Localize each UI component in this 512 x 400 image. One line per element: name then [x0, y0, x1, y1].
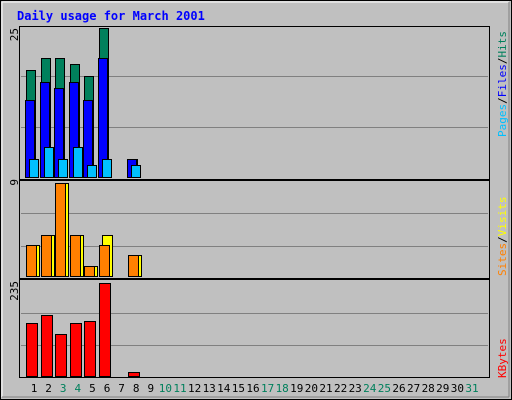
- kbytes-bar: [55, 334, 67, 377]
- kbytes-bar: [26, 323, 38, 377]
- hits-ymax-label: 25: [8, 28, 21, 41]
- day-label: 29: [436, 382, 449, 395]
- day-label: 3: [60, 382, 67, 395]
- kbytes-legend: KBytes: [496, 338, 509, 378]
- sites-bar: [70, 235, 81, 277]
- sites-legend: Sites: [496, 243, 509, 276]
- pages-legend: Pages: [496, 104, 509, 137]
- day-label: 30: [451, 382, 464, 395]
- pages-bar: [29, 159, 39, 178]
- day-label: 6: [104, 382, 111, 395]
- day-label: 5: [89, 382, 96, 395]
- day-label: 10: [159, 382, 172, 395]
- day-label: 4: [74, 382, 81, 395]
- day-label: 7: [118, 382, 125, 395]
- pages-bar: [87, 165, 97, 178]
- day-label: 24: [363, 382, 377, 395]
- kbytes-axis-legend: KBytes: [496, 338, 509, 378]
- sites-bar: [41, 235, 52, 277]
- visits-axis-legend: Sites/Visits: [496, 197, 509, 277]
- pages-bar: [73, 147, 83, 178]
- pages-bar: [131, 165, 141, 178]
- kbytes-ymax-label: 235: [8, 281, 21, 301]
- hits-axis-legend: Pages/Files/Hits: [496, 31, 509, 137]
- day-label: 26: [392, 382, 405, 395]
- kbytes-bar: [99, 283, 111, 377]
- legend-separator: /: [496, 58, 509, 65]
- day-label: 28: [422, 382, 435, 395]
- day-label: 21: [319, 382, 332, 395]
- kbytes-bar: [41, 315, 53, 377]
- files-legend: Files: [496, 64, 509, 97]
- chart-title: Daily usage for March 2001: [17, 9, 205, 23]
- visits-legend: Visits: [496, 197, 509, 237]
- day-label: 20: [305, 382, 318, 395]
- legend-separator: /: [496, 236, 509, 243]
- sites-bar: [128, 255, 139, 277]
- visits-ymax-label: 9: [8, 179, 21, 186]
- sites-bar: [84, 266, 95, 277]
- day-label: 8: [133, 382, 140, 395]
- day-label: 16: [246, 382, 259, 395]
- day-label: 22: [334, 382, 347, 395]
- legend-separator: /: [496, 97, 509, 104]
- day-label: 1: [31, 382, 38, 395]
- pages-bar: [58, 159, 68, 178]
- day-label: 2: [45, 382, 52, 395]
- day-label: 9: [147, 382, 154, 395]
- sites-bar: [99, 245, 110, 277]
- day-label: 19: [290, 382, 303, 395]
- day-label: 14: [217, 382, 231, 395]
- usage-chart: Daily usage for March 2001 25 9 235 Page…: [0, 0, 512, 400]
- hits-legend: Hits: [496, 31, 509, 58]
- day-label: 18: [276, 382, 289, 395]
- pages-bar: [102, 159, 112, 178]
- day-label: 31: [465, 382, 478, 395]
- day-label: 23: [349, 382, 362, 395]
- day-label: 27: [407, 382, 420, 395]
- sites-bar: [55, 183, 66, 277]
- day-label: 17: [261, 382, 274, 395]
- usage-chart-frame: Daily usage for March 2001 25 9 235 Page…: [0, 0, 512, 400]
- kbytes-bar: [128, 372, 140, 377]
- pages-bar: [44, 147, 54, 178]
- day-label: 11: [173, 382, 186, 395]
- day-label: 25: [378, 382, 391, 395]
- sites-bar: [26, 245, 37, 277]
- day-label: 15: [232, 382, 245, 395]
- kbytes-bar: [70, 323, 82, 377]
- day-label: 12: [188, 382, 201, 395]
- kbytes-bar: [84, 321, 96, 377]
- day-label: 13: [203, 382, 216, 395]
